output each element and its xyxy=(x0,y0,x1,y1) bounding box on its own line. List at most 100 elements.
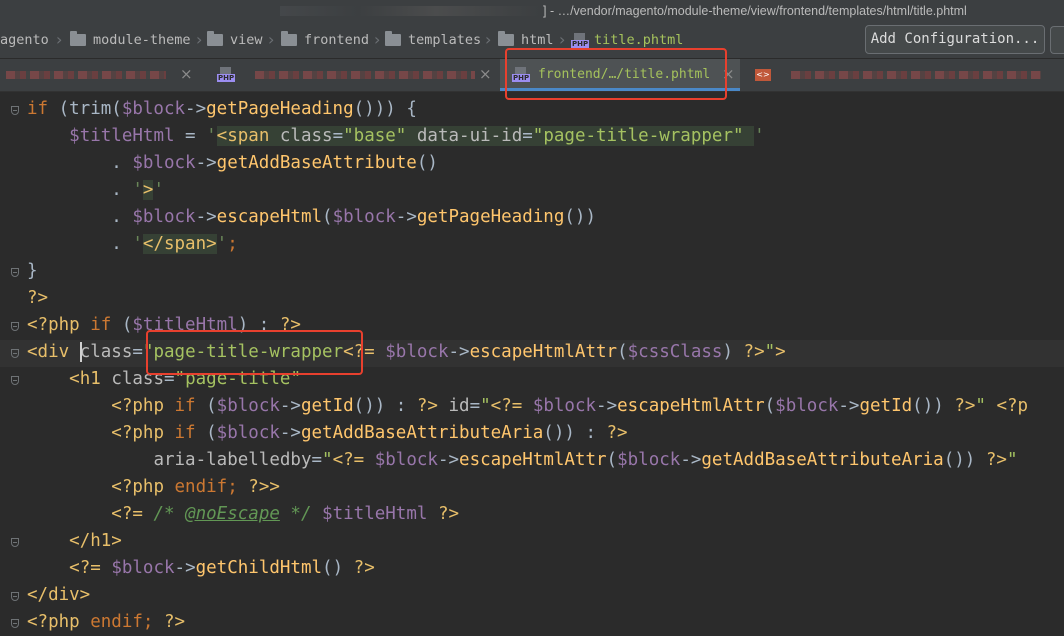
breadcrumb-item-module-theme[interactable]: module-theme xyxy=(70,22,191,58)
code-token: getId xyxy=(859,396,913,416)
code-token: getPageHeading xyxy=(416,207,565,227)
code-token: $block xyxy=(111,558,175,578)
code-token: -> xyxy=(395,207,417,227)
code-line[interactable]: </h1> xyxy=(27,528,122,555)
php-file-icon: PHP xyxy=(217,67,236,82)
fold-icon[interactable] xyxy=(11,619,21,631)
code-line[interactable]: aria-labelledby="<?= $block->escapeHtmlA… xyxy=(27,447,1017,474)
code-line[interactable]: <?php if ($block->getId()) : ?> id="<?= … xyxy=(27,393,1028,420)
fold-icon[interactable] xyxy=(11,376,21,388)
code-token: -> xyxy=(838,396,860,416)
code-line[interactable]: . $block->escapeHtml($block->getPageHead… xyxy=(27,204,596,231)
code-token: getId xyxy=(300,396,354,416)
folder-icon xyxy=(385,31,401,46)
code-token: </h1> xyxy=(69,531,122,551)
code-line[interactable]: <div class="page-title-wrapper<?= $block… xyxy=(27,339,786,366)
folder-icon xyxy=(281,31,297,46)
close-icon[interactable]: × xyxy=(180,65,193,83)
fold-icon[interactable] xyxy=(11,268,21,280)
breadcrumb-item-magento[interactable]: agento xyxy=(0,22,49,58)
breadcrumb-item-frontend[interactable]: frontend xyxy=(281,22,369,58)
code-token: $block xyxy=(216,396,280,416)
code-token: endif; xyxy=(174,477,249,497)
code-token: ?> xyxy=(416,396,449,416)
fold-icon[interactable] xyxy=(11,106,21,118)
chevron-right-icon: › xyxy=(196,30,203,49)
code-token: $block xyxy=(374,450,438,470)
close-icon[interactable]: × xyxy=(479,65,492,83)
editor-tab-blurred-3[interactable]: <> xyxy=(741,59,1064,91)
fold-icon[interactable] xyxy=(11,538,21,550)
code-token: -> xyxy=(596,396,618,416)
code-line[interactable]: <?php if ($block->getAddBaseAttributeAri… xyxy=(27,420,628,447)
code-line[interactable]: <?= /* @noEscape */ $titleHtml ?> xyxy=(27,501,459,528)
code-token: = xyxy=(132,342,143,362)
code-token: if xyxy=(27,99,59,119)
code-token: "base" xyxy=(343,126,417,146)
blurred-title-region xyxy=(280,6,540,16)
fold-icon[interactable] xyxy=(11,322,21,334)
code-line[interactable]: <?php endif; ?> xyxy=(27,609,185,636)
editor-tab-blurred-2[interactable]: PHP × xyxy=(205,59,499,91)
code-token: $block xyxy=(775,396,839,416)
add-configuration-button[interactable]: Add Configuration... xyxy=(865,25,1045,54)
breadcrumb-item-view[interactable]: view xyxy=(207,22,263,58)
code-token: "page-title-wrapper" xyxy=(532,126,755,146)
blurred-tab-label xyxy=(791,71,1041,79)
code-token: <?= xyxy=(69,558,112,578)
code-token: ( xyxy=(322,207,333,227)
code-line[interactable]: $titleHtml = '<span class="base" data-ui… xyxy=(27,123,765,150)
run-config-dropdown-stub[interactable] xyxy=(1050,26,1064,54)
code-token: if xyxy=(174,396,207,416)
code-token: aria-labelledby xyxy=(153,450,312,470)
code-token: escapeHtmlAttr xyxy=(617,396,765,416)
code-line[interactable]: </div> xyxy=(27,582,90,609)
code-token: getPageHeading xyxy=(206,99,354,119)
code-token: ( xyxy=(764,396,776,416)
code-line[interactable]: . '>' xyxy=(27,177,164,204)
code-token: > xyxy=(775,342,786,362)
code-token: $block xyxy=(132,153,196,173)
code-line[interactable]: <?= $block->getChildHtml() ?> xyxy=(27,555,375,582)
code-line[interactable]: if (trim($block->getPageHeading())) { xyxy=(27,96,417,123)
code-line[interactable]: <?php endif; ?>> xyxy=(27,474,280,501)
code-token: /* xyxy=(153,504,186,524)
code-token: ?> xyxy=(27,288,49,308)
breadcrumb-item-templates[interactable]: templates xyxy=(385,22,481,58)
code-line[interactable]: } xyxy=(27,258,38,285)
code-token: ()) xyxy=(912,396,955,416)
editor-tab-blurred-1[interactable]: × xyxy=(0,59,204,91)
fold-icon[interactable] xyxy=(11,592,21,604)
code-token: getAddBaseAttributeAria xyxy=(701,450,944,470)
code-token: . xyxy=(27,180,133,200)
code-token: ' xyxy=(153,180,164,200)
code-line[interactable]: ?> xyxy=(27,285,48,312)
code-token: ' xyxy=(754,126,765,146)
code-token: $block xyxy=(216,423,280,443)
code-token: -> xyxy=(279,396,301,416)
code-line[interactable]: . '</span>'; xyxy=(27,231,238,258)
code-token: $block xyxy=(132,207,196,227)
code-token: ' xyxy=(216,234,228,254)
code-token: ( xyxy=(206,423,217,443)
code-token: <?php xyxy=(111,396,175,416)
code-token: ; xyxy=(227,234,238,254)
fold-icon[interactable] xyxy=(11,349,21,361)
code-line[interactable]: . $block->getAddBaseAttribute() xyxy=(27,150,438,177)
code-token: . xyxy=(27,234,133,254)
code-token: > xyxy=(142,180,154,200)
chevron-right-icon: › xyxy=(374,30,381,49)
code-token: ()) : xyxy=(353,396,417,416)
code-token: ' xyxy=(132,234,143,254)
folder-icon xyxy=(207,31,223,46)
code-token: $block xyxy=(121,99,186,119)
code-token: ?> xyxy=(606,423,628,443)
code-token: () xyxy=(322,558,354,578)
code-token: () xyxy=(416,153,438,173)
code-token: getAddBaseAttributeAria xyxy=(300,423,544,443)
code-token: = xyxy=(469,396,481,416)
